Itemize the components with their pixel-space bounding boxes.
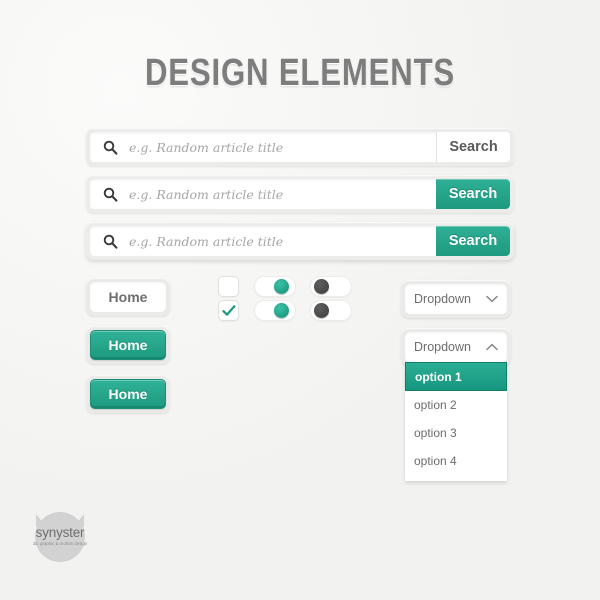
dropdown-open-frame: Dropdown — [401, 328, 511, 366]
dropdown-open-toggle[interactable]: Dropdown — [405, 332, 507, 362]
controls-row-1 — [219, 276, 351, 297]
toggle-switch-teal-2[interactable] — [255, 301, 295, 320]
dropdown-closed-label: Dropdown — [414, 292, 471, 306]
checkbox-unchecked[interactable] — [219, 277, 238, 296]
search-input-3[interactable] — [125, 226, 436, 256]
home-button-1-frame: Home — [86, 278, 170, 316]
home-button-3-frame: Home — [86, 375, 170, 413]
logo-tagline: 3d, graphic & motion design — [32, 541, 88, 546]
search-bar-3: Search — [86, 222, 514, 260]
search-icon — [95, 234, 125, 249]
dropdown-option-4[interactable]: option 4 — [405, 447, 507, 475]
home-button-3[interactable]: Home — [90, 379, 166, 409]
search-bar-2-inner: Search — [90, 179, 510, 209]
search-bar-1-inner: Search — [90, 132, 510, 162]
home-button-2[interactable]: Home — [90, 330, 166, 360]
search-bar-2: Search — [86, 175, 514, 213]
search-icon — [95, 140, 125, 155]
toggle-knob — [314, 303, 329, 318]
search-input-1[interactable] — [125, 132, 436, 162]
search-bar-3-inner: Search — [90, 226, 510, 256]
checkmark-icon — [221, 304, 235, 316]
toggle-switch-teal-1[interactable] — [255, 277, 295, 296]
dropdown-option-1[interactable]: option 1 — [405, 362, 507, 391]
toggle-knob — [274, 303, 289, 318]
search-button-3[interactable]: Search — [436, 226, 510, 256]
toggle-switch-dark-2[interactable] — [311, 301, 351, 320]
dropdown-closed[interactable]: Dropdown — [405, 284, 507, 314]
search-icon — [95, 187, 125, 202]
search-input-2[interactable] — [125, 179, 436, 209]
chevron-down-icon — [486, 295, 498, 303]
controls-group — [219, 276, 351, 324]
toggle-switch-dark-1[interactable] — [311, 277, 351, 296]
toggle-knob — [274, 279, 289, 294]
dropdown-open-label: Dropdown — [414, 340, 471, 354]
search-button-1[interactable]: Search — [436, 132, 510, 162]
checkbox-checked[interactable] — [219, 301, 238, 320]
home-button-1[interactable]: Home — [90, 282, 166, 312]
chevron-up-icon — [486, 343, 498, 351]
page-title: DESIGN ELEMENTS — [144, 52, 456, 94]
dropdown-option-2[interactable]: option 2 — [405, 391, 507, 419]
home-button-2-frame: Home — [86, 326, 170, 364]
toggle-knob — [314, 279, 329, 294]
logo: synyster 3d, graphic & motion design — [26, 500, 94, 568]
search-bar-1: Search — [86, 128, 514, 166]
logo-name: synyster — [35, 525, 85, 540]
controls-row-2 — [219, 300, 351, 321]
dropdown-closed-frame: Dropdown — [401, 280, 511, 318]
dropdown-option-3[interactable]: option 3 — [405, 419, 507, 447]
search-button-2[interactable]: Search — [436, 179, 510, 209]
dropdown-option-list: option 1 option 2 option 3 option 4 — [405, 362, 507, 481]
